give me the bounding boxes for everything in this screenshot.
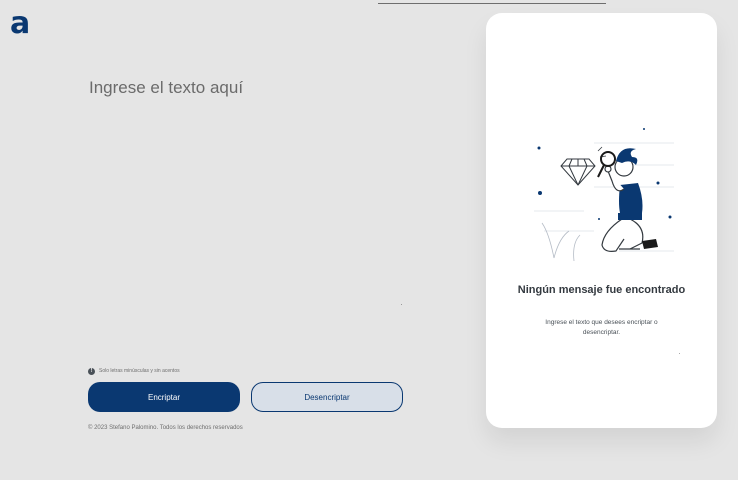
person-searching-illustration — [534, 128, 674, 262]
footer-copyright: © 2023 Stefano Palomino. Todos los derec… — [88, 425, 243, 431]
empty-state-title: Ningún mensaje fue encontrado — [517, 284, 686, 296]
decrypt-button[interactable]: Desencriptar — [251, 382, 403, 412]
text-input[interactable] — [89, 78, 449, 348]
encrypt-button[interactable]: Encriptar — [88, 382, 240, 412]
decorative-dot — [401, 304, 402, 305]
logo[interactable]: a — [10, 4, 30, 44]
decorative-dot — [679, 353, 680, 354]
top-divider — [378, 3, 606, 4]
input-hint: ! Solo letras minúsculas y sin acentos — [88, 366, 180, 376]
empty-state-message: Ingrese el texto que desees encriptar o … — [545, 319, 658, 336]
hint-text: Solo letras minúsculas y sin acentos — [99, 368, 180, 374]
output-panel: Ningún mensaje fue encontrado Ingrese el… — [486, 13, 717, 428]
info-icon: ! — [88, 367, 95, 375]
